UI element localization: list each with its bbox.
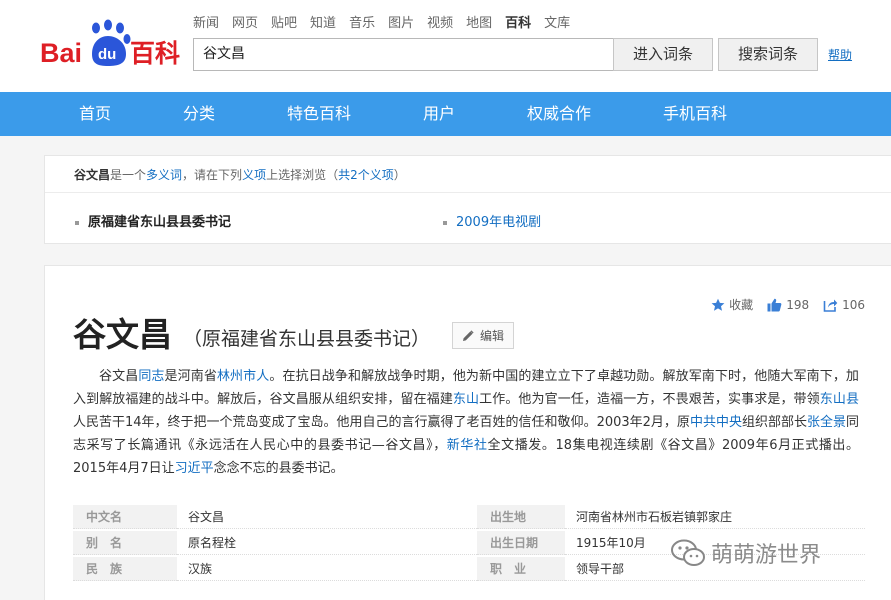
enter-entry-button[interactable]: 进入词条 (613, 38, 713, 71)
topnav-item[interactable]: 图片 (388, 12, 414, 31)
topnav-item[interactable]: 视频 (427, 12, 453, 31)
info-label: 职 业 (477, 557, 565, 581)
help-link[interactable]: 帮助 (828, 46, 852, 63)
topnav-item[interactable]: 文库 (544, 12, 570, 31)
summary-link[interactable]: 林州市 (217, 369, 256, 384)
wechat-icon (671, 539, 705, 566)
summary-text: 是河南省 (164, 369, 217, 384)
info-label: 中文名 (73, 505, 177, 529)
summary-text: 念念不忘的县委书记。 (213, 461, 344, 476)
sense-count-link[interactable]: 共2个义项 (338, 168, 394, 182)
info-value: 谷文昌 (177, 505, 477, 529)
entry-summary: 谷文昌同志是河南省林州市人。在抗日战争和解放战争时期，他为新中国的建立立下了卓越… (73, 365, 859, 480)
bullet-icon (75, 220, 79, 225)
summary-link[interactable]: 习近平 (175, 461, 214, 476)
share-button[interactable]: 106 (823, 298, 865, 312)
nav-item-category[interactable]: 分类 (183, 92, 215, 136)
pencil-icon (462, 329, 474, 341)
summary-link[interactable]: 中共中央 (690, 415, 742, 430)
info-value: 原名程栓 (177, 531, 477, 555)
like-count: 198 (786, 297, 810, 312)
edit-label: 编辑 (479, 329, 504, 343)
summary-text: 组织部部长 (741, 415, 807, 430)
topnav-item[interactable]: 网页 (232, 12, 258, 31)
main-nav: 首页 分类 特色百科 用户 权威合作 手机百科 (0, 92, 891, 136)
summary-link[interactable]: 同志 (138, 369, 164, 384)
watermark-text: 萌萌游世界 (711, 543, 822, 568)
star-icon (711, 298, 725, 311)
nav-item-mobile[interactable]: 手机百科 (663, 92, 727, 136)
page-subtitle: （原福建省东山县县委书记） (183, 328, 431, 350)
topnav-item[interactable]: 地图 (466, 12, 492, 31)
nav-item-user[interactable]: 用户 (423, 92, 455, 136)
topnav-item[interactable]: 新闻 (193, 12, 219, 31)
logo-text-right: 百科 (130, 39, 180, 68)
sense-item-tv-series[interactable]: 2009年电视剧 (443, 211, 541, 230)
disambiguation-text: 是一个 (110, 168, 147, 182)
wechat-watermark: 萌萌游世界 (671, 537, 821, 569)
sense-item-current[interactable]: 原福建省东山县县委书记 (75, 211, 231, 230)
svg-text:Bai: Bai (40, 38, 82, 68)
search-entry-button[interactable]: 搜索词条 (718, 38, 818, 71)
info-label: 别 名 (73, 531, 177, 555)
favorite-button[interactable]: 收藏 (711, 296, 753, 313)
disambiguation-text: ，请在下列 (182, 168, 243, 182)
edit-button[interactable]: 编辑 (452, 322, 514, 349)
bullet-icon (443, 220, 447, 225)
disambiguation-box: 谷文昌是一个多义词，请在下列义项上选择浏览（共2个义项） 原福建省东山县县委书记… (44, 155, 891, 244)
info-label: 民 族 (73, 557, 177, 581)
info-row: 中文名 谷文昌 出生地 河南省林州市石板岩镇郭家庄 (73, 505, 865, 529)
thumbs-up-icon (767, 298, 782, 311)
topnav-item[interactable]: 知道 (310, 12, 336, 31)
summary-link[interactable]: 东山县 (820, 392, 859, 407)
disambiguation-header: 谷文昌是一个多义词，请在下列义项上选择浏览（共2个义项） (74, 166, 406, 183)
svg-text:百科: 百科 (130, 39, 180, 68)
topnav-item[interactable]: 音乐 (349, 12, 375, 31)
disambiguation-term: 谷文昌 (74, 168, 111, 182)
logo-text-paw: du (98, 46, 116, 63)
search-input[interactable]: 谷文昌 (193, 38, 614, 71)
logo-text-left: Bai (40, 38, 82, 68)
svg-text:du: du (98, 46, 116, 63)
favorite-label: 收藏 (729, 298, 754, 312)
disambiguation-text: 上选择浏览（ (266, 168, 339, 182)
divider (45, 192, 891, 193)
info-label: 出生日期 (477, 531, 565, 555)
disambiguation-text: ） (393, 168, 406, 182)
info-value: 河南省林州市石板岩镇郭家庄 (565, 505, 865, 529)
polysemy-link[interactable]: 多义词 (146, 168, 182, 182)
entry-tools: 收藏 198 106 (711, 296, 865, 313)
summary-link[interactable]: 东山 (453, 392, 479, 407)
share-count: 106 (842, 297, 865, 312)
share-icon (823, 299, 838, 312)
topnav-item[interactable]: 百科 (505, 12, 531, 31)
sense-label: 原福建省东山县县委书记 (88, 215, 232, 230)
summary-link[interactable]: 新华社 (447, 438, 488, 453)
summary-text: 人民苦干14年，终于把一个荒岛变成了宝岛。他用自己的言行赢得了老百姓的信任和敬仰… (73, 415, 690, 430)
nav-item-authority[interactable]: 权威合作 (527, 92, 591, 136)
info-value: 汉族 (177, 557, 477, 581)
topnav-item[interactable]: 贴吧 (271, 12, 297, 31)
sense-link[interactable]: 义项 (242, 168, 266, 182)
nav-item-home[interactable]: 首页 (79, 92, 111, 136)
sense-label: 2009年电视剧 (456, 215, 542, 230)
baidu-baike-logo[interactable]: Bai du 百科 (40, 18, 190, 70)
nav-item-featured[interactable]: 特色百科 (287, 92, 351, 136)
page-title: 谷文昌 (73, 315, 172, 354)
top-nav: 新闻 网页 贴吧 知道 音乐 图片 视频 地图 百科 文库 (193, 12, 570, 31)
summary-link[interactable]: 张全景 (807, 415, 846, 430)
summary-link[interactable]: 人 (256, 369, 269, 384)
summary-text: 工作。他为官一任，造福一方，不畏艰苦，实事求是，带领 (479, 392, 820, 407)
like-button[interactable]: 198 (767, 298, 809, 312)
summary-text: 谷文昌 (99, 369, 139, 384)
site-header: Bai du 百科 新闻 网页 贴吧 知道 音乐 图片 视频 地图 百科 文库 谷文昌 进入词条 … (0, 0, 891, 92)
info-label: 出生地 (477, 505, 565, 529)
